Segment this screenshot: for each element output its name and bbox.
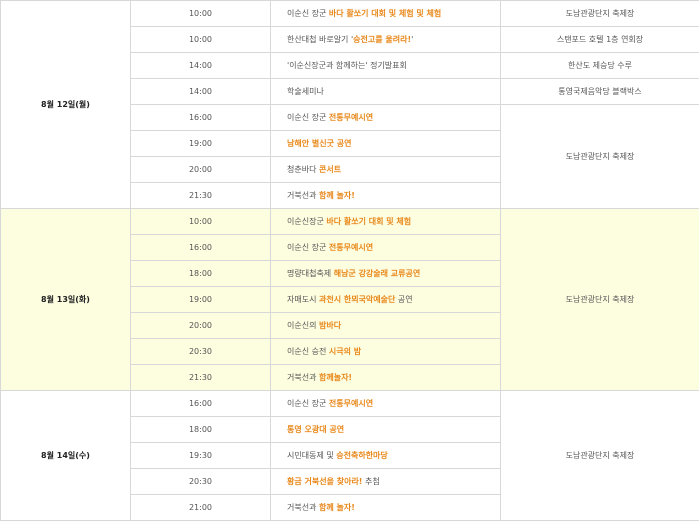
event-cell: 황금 거북선을 찾아라! 추첨 — [271, 469, 501, 495]
event-highlight-text: 해남군 강강술래 교류공연 — [334, 269, 421, 278]
event-highlight-text: 바다 활쏘기 대회 및 체험 및 체험 — [329, 9, 441, 18]
event-highlight-text: 함께놀자! — [319, 373, 352, 382]
time-cell: 21:30 — [131, 183, 271, 209]
event-cell: 이순신의 밤바다 — [271, 313, 501, 339]
day-group: 8월 14일(수)16:00이순신 장군 전통무예시연도남관광단지 축제장18:… — [1, 391, 699, 521]
event-text: 거북선과 — [287, 191, 319, 200]
event-highlight-text: 함께 놀자! — [319, 191, 355, 200]
event-cell: 자매도시 과천시 한뫼국악예술단 공연 — [271, 287, 501, 313]
event-highlight-text: 전통무예시연 — [329, 399, 373, 408]
schedule-row: 8월 13일(화)10:00이순신장군 바다 활쏘기 대회 및 체험도남관광단지… — [1, 209, 699, 235]
event-cell: 한산대첩 바로알기 '승전고를 울려라!' — [271, 27, 501, 53]
schedule-row: 8월 14일(수)16:00이순신 장군 전통무예시연도남관광단지 축제장 — [1, 391, 699, 417]
time-cell: 18:00 — [131, 261, 271, 287]
venue-cell: 도남관광단지 축제장 — [501, 391, 699, 521]
event-text: 거북선과 — [287, 503, 319, 512]
event-cell: 거북선과 함께놀자! — [271, 365, 501, 391]
event-cell: 이순신장군 바다 활쏘기 대회 및 체험 — [271, 209, 501, 235]
time-cell: 20:00 — [131, 313, 271, 339]
event-highlight-text: 과천시 한뫼국악예술단 — [319, 295, 395, 304]
event-text: 이순신의 — [287, 321, 319, 330]
event-text: 거북선과 — [287, 373, 319, 382]
time-cell: 16:00 — [131, 105, 271, 131]
event-highlight-text: 승전고를 울려라! — [353, 35, 411, 44]
event-highlight-text: 통영 오광대 공연 — [287, 425, 344, 434]
event-cell: 이순신 장군 전통무예시연 — [271, 235, 501, 261]
venue-cell: 도남관광단지 축제장 — [501, 105, 699, 209]
event-text: 자매도시 — [287, 295, 319, 304]
event-cell: 이순신 장군 전통무예시연 — [271, 105, 501, 131]
time-cell: 19:00 — [131, 287, 271, 313]
event-highlight-text: 콘서트 — [319, 165, 341, 174]
time-cell: 10:00 — [131, 1, 271, 27]
time-cell: 20:30 — [131, 469, 271, 495]
event-text: 한산대첩 바로알기 ' — [287, 35, 353, 44]
day-date-cell: 8월 12일(월) — [1, 1, 131, 209]
venue-cell: 도남관광단지 축제장 — [501, 1, 699, 27]
day-date-cell: 8월 14일(수) — [1, 391, 131, 521]
event-highlight-text: 바다 활쏘기 대회 및 체험 — [326, 217, 411, 226]
event-text: 이순신 장군 — [287, 399, 329, 408]
day-group: 8월 13일(화)10:00이순신장군 바다 활쏘기 대회 및 체험도남관광단지… — [1, 209, 699, 391]
event-highlight-text: 전통무예시연 — [329, 113, 373, 122]
event-text: 학술세미나 — [287, 87, 324, 96]
event-text: 명량대첩축제 — [287, 269, 334, 278]
schedule-row: 8월 12일(월)10:00이순신 장군 바다 활쏘기 대회 및 체험 및 체험… — [1, 1, 699, 27]
time-cell: 10:00 — [131, 209, 271, 235]
event-highlight-text: 함께 놀자! — [319, 503, 355, 512]
venue-cell: 한산도 제승당 수루 — [501, 53, 699, 79]
event-highlight-text: 남해안 별신굿 공연 — [287, 139, 351, 148]
event-text: '이순신장군과 함께하는' 정기발표회 — [287, 61, 407, 70]
event-highlight-text: 황금 거북선을 찾아라! — [287, 477, 362, 486]
event-text: 이순신 장군 — [287, 113, 329, 122]
day-date-cell: 8월 13일(화) — [1, 209, 131, 391]
event-text: 청춘바다 — [287, 165, 319, 174]
schedule-table: 8월 12일(월)10:00이순신 장군 바다 활쏘기 대회 및 체험 및 체험… — [0, 0, 699, 521]
event-text: 공연 — [395, 295, 412, 304]
event-text: 시민대동제 및 — [287, 451, 336, 460]
time-cell: 14:00 — [131, 53, 271, 79]
event-cell: 시민대동제 및 승전축하한마당 — [271, 443, 501, 469]
event-text: ' — [411, 35, 413, 44]
venue-cell: 스탠포드 호텔 1층 연회장 — [501, 27, 699, 53]
event-cell: 명량대첩축제 해남군 강강술래 교류공연 — [271, 261, 501, 287]
venue-cell: 통영국제음악당 블랙박스 — [501, 79, 699, 105]
event-highlight-text: 승전축하한마당 — [336, 451, 388, 460]
time-cell: 21:30 — [131, 365, 271, 391]
event-cell: 남해안 별신굿 공연 — [271, 131, 501, 157]
event-cell: 학술세미나 — [271, 79, 501, 105]
event-cell: 통영 오광대 공연 — [271, 417, 501, 443]
event-text: 추첨 — [362, 477, 379, 486]
event-cell: 이순신 장군 바다 활쏘기 대회 및 체험 및 체험 — [271, 1, 501, 27]
time-cell: 18:00 — [131, 417, 271, 443]
time-cell: 20:00 — [131, 157, 271, 183]
time-cell: 14:00 — [131, 79, 271, 105]
event-cell: 이순신 승전 시극의 밤 — [271, 339, 501, 365]
event-highlight-text: 밤바다 — [319, 321, 341, 330]
event-text: 이순신 장군 — [287, 243, 329, 252]
day-group: 8월 12일(월)10:00이순신 장군 바다 활쏘기 대회 및 체험 및 체험… — [1, 1, 699, 209]
event-text: 이순신 승전 — [287, 347, 329, 356]
event-text: 이순신장군 — [287, 217, 326, 226]
event-highlight-text: 전통무예시연 — [329, 243, 373, 252]
event-cell: 청춘바다 콘서트 — [271, 157, 501, 183]
event-highlight-text: 시극의 밤 — [329, 347, 361, 356]
venue-cell: 도남관광단지 축제장 — [501, 209, 699, 391]
time-cell: 20:30 — [131, 339, 271, 365]
event-cell: 이순신 장군 전통무예시연 — [271, 391, 501, 417]
time-cell: 16:00 — [131, 235, 271, 261]
event-text: 이순신 장군 — [287, 9, 329, 18]
time-cell: 19:30 — [131, 443, 271, 469]
event-cell: '이순신장군과 함께하는' 정기발표회 — [271, 53, 501, 79]
time-cell: 19:00 — [131, 131, 271, 157]
event-cell: 거북선과 함께 놀자! — [271, 183, 501, 209]
time-cell: 16:00 — [131, 391, 271, 417]
time-cell: 10:00 — [131, 27, 271, 53]
